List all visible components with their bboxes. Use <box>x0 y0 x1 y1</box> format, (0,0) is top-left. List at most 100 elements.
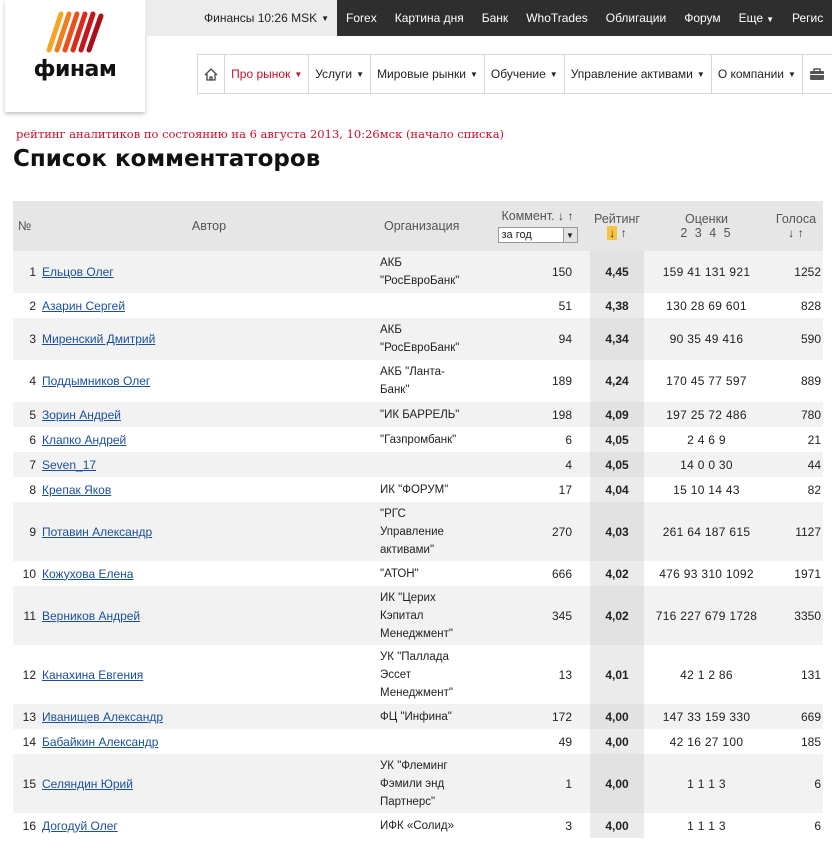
sort-down-arrow-icon[interactable]: ↓ <box>558 209 564 223</box>
author-cell: Иванищев Александр <box>40 704 378 729</box>
comments-count: 17 <box>485 477 590 502</box>
organization-line: активами" <box>380 543 435 556</box>
row-number: 4 <box>13 360 40 402</box>
votes-count: 3350 <box>769 586 823 645</box>
scores-breakdown: 130 28 69 601 <box>644 293 769 318</box>
topnav-more-label: Еще <box>738 11 764 25</box>
row-number: 7 <box>13 452 40 477</box>
organization-line: "АТОН" <box>380 567 419 580</box>
subnav-about-label: О компании <box>717 67 784 81</box>
organization-line: ИФК «Солид» <box>380 819 454 832</box>
author-link[interactable]: Клапко Андрей <box>42 433 126 447</box>
topnav-more[interactable]: Еще ▼ <box>730 11 783 25</box>
row-number: 14 <box>13 729 40 754</box>
subnav-world-markets-label: Мировые рынки <box>377 67 466 81</box>
finam-logo-icon <box>46 11 104 53</box>
scores-breakdown: 15 10 14 43 <box>644 477 769 502</box>
sort-up-arrow-icon[interactable]: ↑ <box>798 226 804 240</box>
rating-value: 4,45 <box>590 251 644 293</box>
subnav-market[interactable]: Про рынок ▼ <box>225 55 310 93</box>
topnav-forum[interactable]: Форум <box>675 11 729 25</box>
comments-count: 270 <box>485 502 590 561</box>
votes-count: 590 <box>769 318 823 360</box>
topnav-news[interactable]: Картина дня <box>386 11 473 25</box>
author-link[interactable]: Кожухова Елена <box>42 567 133 581</box>
topnav-bonds[interactable]: Облигации <box>597 11 675 25</box>
organization-cell <box>378 452 485 477</box>
organization-cell: "АТОН" <box>378 561 485 586</box>
sort-up-arrow-icon[interactable]: ↑ <box>621 226 627 240</box>
header-votes-label: Голоса <box>775 212 817 226</box>
votes-count: 1252 <box>769 251 823 293</box>
author-link[interactable]: Догодуй Олег <box>42 819 118 833</box>
organization-cell: АКБ "РосЕвроБанк" <box>378 318 485 360</box>
organization-line: Управление <box>380 525 444 538</box>
organization-cell: УК "Флеминг Фэмили энд Партнерс" <box>378 754 485 813</box>
author-link[interactable]: Ельцов Олег <box>42 265 114 279</box>
author-cell: Зорин Андрей <box>40 402 378 427</box>
rating-value: 4,00 <box>590 729 644 754</box>
home-icon <box>204 67 218 81</box>
logo-text: финам <box>33 57 117 82</box>
period-select[interactable]: за год ▼ <box>497 227 578 243</box>
author-link[interactable]: Канахина Евгения <box>42 668 143 682</box>
author-cell: Бабайкин Александр <box>40 729 378 754</box>
author-link[interactable]: Seven_17 <box>42 458 96 472</box>
subnav-services[interactable]: Услуги ▼ <box>309 55 372 93</box>
comments-count: 666 <box>485 561 590 586</box>
row-number: 10 <box>13 561 40 586</box>
finam-logo[interactable]: финам <box>5 0 145 112</box>
scores-breakdown: 170 45 77 597 <box>644 360 769 402</box>
scores-breakdown: 90 35 49 416 <box>644 318 769 360</box>
author-link[interactable]: Поддымников Олег <box>42 374 150 388</box>
rating-value: 4,01 <box>590 645 644 704</box>
scores-breakdown: 42 1 2 86 <box>644 645 769 704</box>
comments-count: 189 <box>485 360 590 402</box>
author-link[interactable]: Крепак Яков <box>42 483 111 497</box>
organization-cell: ИК "Церих Кэпитал Менеджмент" <box>378 586 485 645</box>
sort-down-arrow-icon[interactable]: ↓ <box>788 226 794 240</box>
tab-finance[interactable]: Финансы 10:26 MSK ▼ <box>145 0 338 36</box>
author-link[interactable]: Азарин Сергей <box>42 299 125 313</box>
author-link[interactable]: Миренский Дмитрий <box>42 332 155 346</box>
author-link[interactable]: Бабайкин Александр <box>42 735 158 749</box>
scores-breakdown: 14 0 0 30 <box>644 452 769 477</box>
author-cell: Ельцов Олег <box>40 251 378 293</box>
comments-count: 172 <box>485 704 590 729</box>
organization-line: УК "Флеминг <box>380 759 448 772</box>
table-body: 1 Ельцов Олег АКБ "РосЕвроБанк" 150 4,45 159 4… <box>13 251 823 838</box>
author-link[interactable]: Верников Андрей <box>42 609 140 623</box>
organization-line: ИК "Церих <box>380 591 436 604</box>
organization-line: Менеджмент" <box>380 627 454 640</box>
author-link[interactable]: Иванищев Александр <box>42 710 163 724</box>
author-cell: Канахина Евгения <box>40 645 378 704</box>
organization-cell: "ИК БАРРЕЛЬ" <box>378 402 485 427</box>
topnav-register[interactable]: Регис <box>783 11 832 25</box>
votes-count: 1127 <box>769 502 823 561</box>
rating-value: 4,00 <box>590 813 644 838</box>
author-link[interactable]: Зорин Андрей <box>42 408 121 422</box>
author-cell: Крепак Яков <box>40 477 378 502</box>
sort-down-arrow-icon[interactable]: ↓ <box>607 226 618 240</box>
rating-value: 4,38 <box>590 293 644 318</box>
topnav-bank[interactable]: Банк <box>473 11 517 25</box>
votes-count: 82 <box>769 477 823 502</box>
subnav-about[interactable]: О компании ▼ <box>712 55 803 93</box>
author-link[interactable]: Селяндин Юрий <box>42 777 133 791</box>
sort-up-arrow-icon[interactable]: ↑ <box>568 209 574 223</box>
author-cell: Кожухова Елена <box>40 561 378 586</box>
subnav-education[interactable]: Обучение ▼ <box>485 55 565 93</box>
author-link[interactable]: Потавин Александр <box>42 525 152 539</box>
home-button[interactable] <box>198 55 226 93</box>
subnav-world-markets[interactable]: Мировые рынки ▼ <box>371 55 485 93</box>
topnav-forex[interactable]: Forex <box>337 11 386 25</box>
header-scores: Оценки 2 3 4 5 <box>644 201 769 251</box>
comments-count: 198 <box>485 402 590 427</box>
subnav-asset-management[interactable]: Управление активами ▼ <box>565 55 712 93</box>
rating-value: 4,24 <box>590 360 644 402</box>
topnav-whotrades[interactable]: WhoTrades <box>517 11 597 25</box>
row-number: 2 <box>13 293 40 318</box>
subnav-education-label: Обучение <box>490 67 546 81</box>
briefcase-button[interactable] <box>803 55 832 93</box>
rating-value: 4,09 <box>590 402 644 427</box>
